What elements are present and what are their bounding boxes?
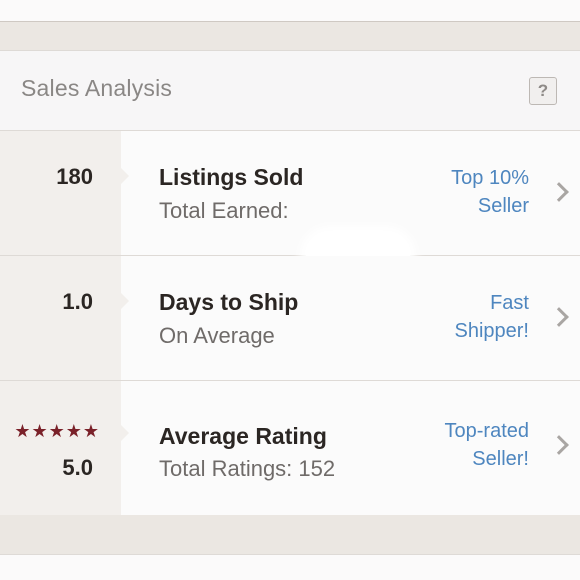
badge-line-2: Shipper!: [454, 320, 530, 342]
chevron-right-icon[interactable]: [549, 435, 569, 455]
listings-sold-value: 180: [56, 164, 93, 189]
stat-value-column: 180: [0, 131, 129, 255]
panel-title: Sales Analysis: [21, 75, 173, 101]
days-to-ship-value: 1.0: [62, 289, 93, 314]
next-card: [0, 554, 580, 580]
fast-shipper-badge[interactable]: Fast Shipper!: [379, 289, 530, 345]
stat-row-listings-sold[interactable]: 180 Listings Sold Total Earned: Top 10% …: [0, 131, 580, 284]
stat-value-column: 1.0: [0, 256, 129, 380]
total-earned-label: Total Earned:: [159, 198, 289, 223]
on-average-label: On Average: [159, 323, 275, 348]
stat-value-column: ★★★★★ 5.0: [0, 381, 129, 515]
badge-line-1: Top-rated: [444, 420, 530, 442]
chevron-right-icon[interactable]: [549, 307, 569, 327]
panel-header: Sales Analysis ?: [0, 51, 580, 131]
badge-line-1: Fast: [490, 292, 529, 314]
sales-analysis-panel: Sales Analysis ? 180 Listings Sold Total…: [0, 50, 580, 515]
top-rated-seller-badge[interactable]: Top-rated Seller!: [379, 417, 530, 473]
star-rating-icon: ★★★★★: [14, 421, 100, 441]
badge-line-2: Seller: [477, 195, 529, 217]
average-rating-value: 5.0: [62, 455, 93, 480]
average-rating-label: Average Rating: [159, 423, 327, 449]
badge-line-2: Seller!: [472, 448, 529, 470]
badge-line-1: Top 10%: [451, 167, 529, 189]
chevron-right-icon[interactable]: [549, 182, 569, 202]
stat-row-days-to-ship[interactable]: 1.0 Days to Ship On Average Fast Shipper…: [0, 256, 580, 381]
help-question-button[interactable]: ?: [529, 77, 557, 105]
days-to-ship-label: Days to Ship: [159, 289, 299, 315]
top-seller-badge[interactable]: Top 10% Seller: [379, 164, 529, 220]
stat-row-average-rating[interactable]: ★★★★★ 5.0 Average Rating Total Ratings: …: [0, 381, 580, 515]
total-ratings-label: Total Ratings: 152: [159, 456, 336, 481]
listings-sold-label: Listings Sold: [159, 164, 304, 190]
previous-card: [0, 0, 580, 22]
